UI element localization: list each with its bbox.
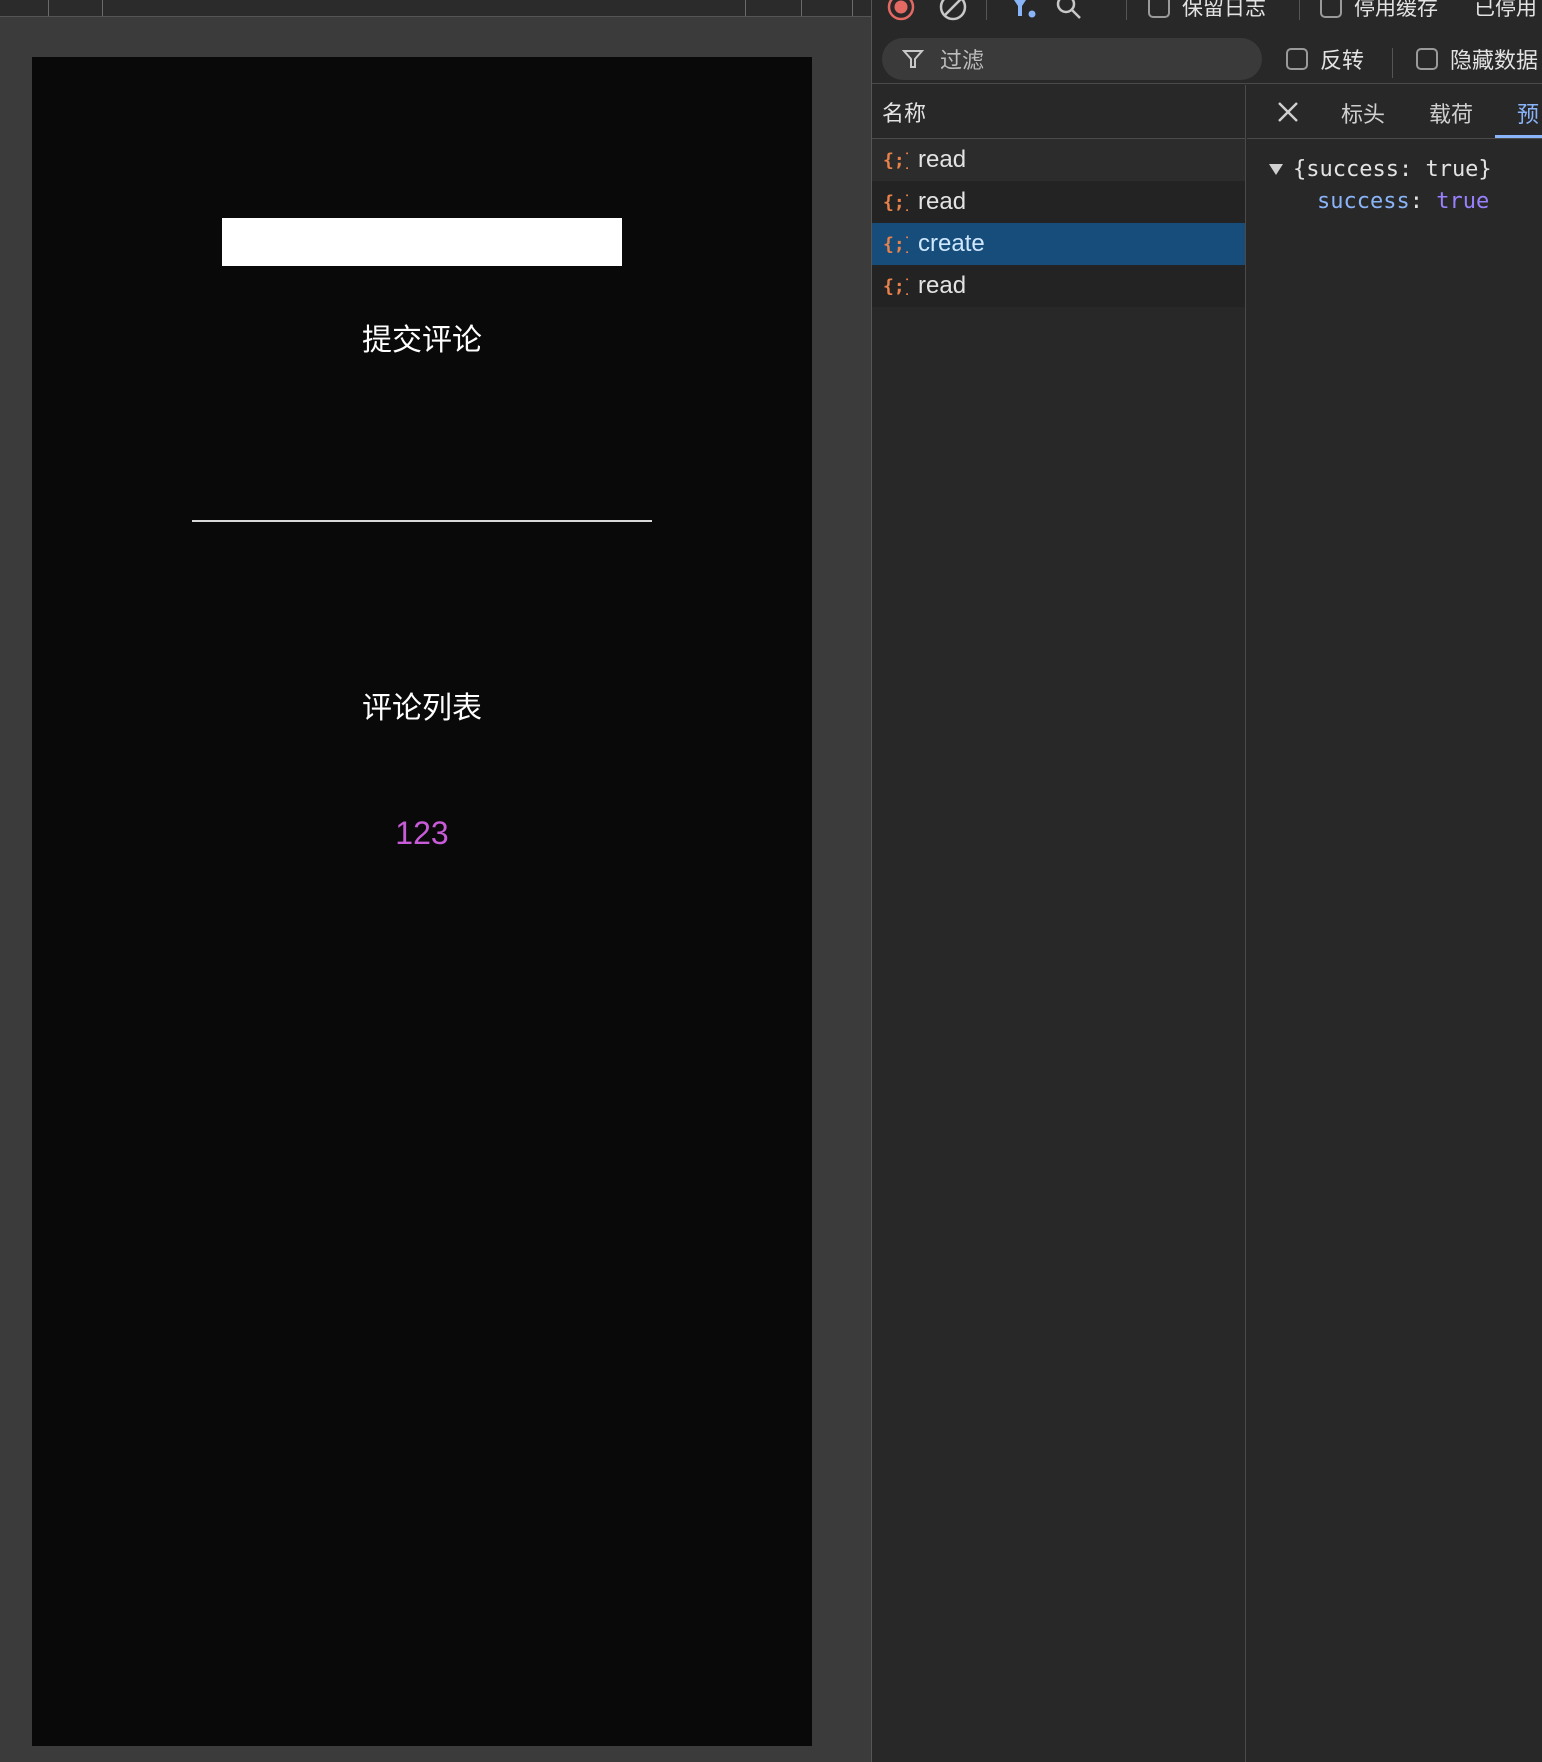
ruler-tick <box>48 0 49 16</box>
tab-payload[interactable]: 载荷 <box>1429 97 1473 129</box>
response-preview: {success: true} success: true <box>1247 139 1542 217</box>
request-name: read <box>918 146 967 173</box>
request-name: read <box>918 188 967 215</box>
json-icon: {;} <box>882 231 908 257</box>
filter-icon <box>902 50 924 68</box>
hide-data-urls-checkbox[interactable]: 隐藏数据 <box>1416 44 1538 74</box>
network-toolbar: 保留日志 停用缓存 已停用 <box>872 0 1542 30</box>
request-row[interactable]: {;} read <box>872 139 1245 181</box>
checkbox-box[interactable] <box>1416 48 1438 70</box>
ruler-tick <box>102 0 103 16</box>
device-ruler <box>0 0 871 17</box>
preview-colon: : <box>1409 188 1423 214</box>
search-icon[interactable] <box>1054 0 1084 22</box>
preview-value: true <box>1436 188 1490 214</box>
toolbar-separator <box>1299 0 1300 20</box>
close-icon[interactable] <box>1275 99 1301 125</box>
tab-preview[interactable]: 预 <box>1517 97 1539 129</box>
comment-list-title: 评论列表 <box>362 691 482 726</box>
record-icon[interactable] <box>886 0 916 22</box>
throttling-value: 已停用 <box>1474 0 1537 20</box>
name-column-header[interactable]: 名称 <box>872 85 1245 139</box>
detail-tab-bar: 标头 载荷 预 <box>1247 85 1542 139</box>
request-name: create <box>918 230 985 257</box>
invert-label: 反转 <box>1320 49 1365 74</box>
ruler-tick <box>745 0 746 16</box>
comment-item: 123 <box>395 815 449 851</box>
active-tab-indicator <box>1495 135 1542 138</box>
throttling-select[interactable]: 已停用 <box>1474 0 1537 22</box>
expand-triangle-icon[interactable] <box>1269 163 1283 175</box>
request-name: read <box>918 272 967 299</box>
toolbar-separator <box>1126 0 1127 20</box>
devtools-network-panel: 保留日志 停用缓存 已停用 过滤 反转 隐藏数据 名称 {; read {; r… <box>872 0 1542 1762</box>
checkbox-box[interactable] <box>1148 0 1170 18</box>
preserve-log-label: 保留日志 <box>1182 0 1266 20</box>
divider <box>192 520 652 522</box>
hide-data-label: 隐藏数据 <box>1450 49 1539 74</box>
preview-summary: {success: true} <box>1293 156 1492 182</box>
request-list: 名称 {;} read {;} read {;} create <box>872 85 1246 1762</box>
request-row[interactable]: {;} read <box>872 265 1245 307</box>
checkbox-box[interactable] <box>1320 0 1342 18</box>
screen: 提交评论 评论列表 123 保留日志 停用缓存 已停用 过滤 反转 隐藏数据 名… <box>0 0 1542 1762</box>
page-viewport: 提交评论 评论列表 123 <box>32 57 812 1746</box>
submit-comment-button[interactable]: 提交评论 <box>272 313 572 361</box>
filter-input[interactable]: 过滤 <box>882 38 1262 80</box>
ruler-tick <box>852 0 853 16</box>
filter-toggle-icon[interactable] <box>1008 0 1038 22</box>
preview-property-line: success: true <box>1269 185 1542 217</box>
comment-input[interactable] <box>222 218 622 266</box>
json-icon: {;} <box>882 147 908 173</box>
preview-key: success <box>1317 188 1410 214</box>
json-icon: {;} <box>882 273 908 299</box>
disable-cache-checkbox[interactable]: 停用缓存 <box>1320 0 1438 22</box>
svg-text:{;}: {;} <box>883 150 908 171</box>
filterbar-separator <box>1392 48 1393 78</box>
ruler-tick <box>801 0 802 16</box>
checkbox-box[interactable] <box>1286 48 1308 70</box>
clear-icon[interactable] <box>938 0 968 22</box>
json-icon: {;} <box>882 189 908 215</box>
invert-checkbox[interactable]: 反转 <box>1286 44 1364 74</box>
filter-placeholder: 过滤 <box>940 49 985 74</box>
svg-text:{;}: {;} <box>883 276 908 297</box>
network-filter-bar: 过滤 反转 隐藏数据 <box>872 30 1542 84</box>
preview-root-line[interactable]: {success: true} <box>1269 153 1542 185</box>
svg-text:{;}: {;} <box>883 234 908 255</box>
svg-text:{;}: {;} <box>883 192 908 213</box>
request-row[interactable]: {;} read <box>872 181 1245 223</box>
request-detail-pane: 标头 载荷 预 {success: true} success: true <box>1247 85 1542 1762</box>
request-row-selected[interactable]: {;} create <box>872 223 1245 265</box>
device-emulation-area: 提交评论 评论列表 123 <box>0 0 871 1762</box>
tab-headers[interactable]: 标头 <box>1341 97 1385 129</box>
preserve-log-checkbox[interactable]: 保留日志 <box>1148 0 1266 22</box>
disable-cache-label: 停用缓存 <box>1354 0 1438 20</box>
toolbar-separator <box>986 0 987 20</box>
